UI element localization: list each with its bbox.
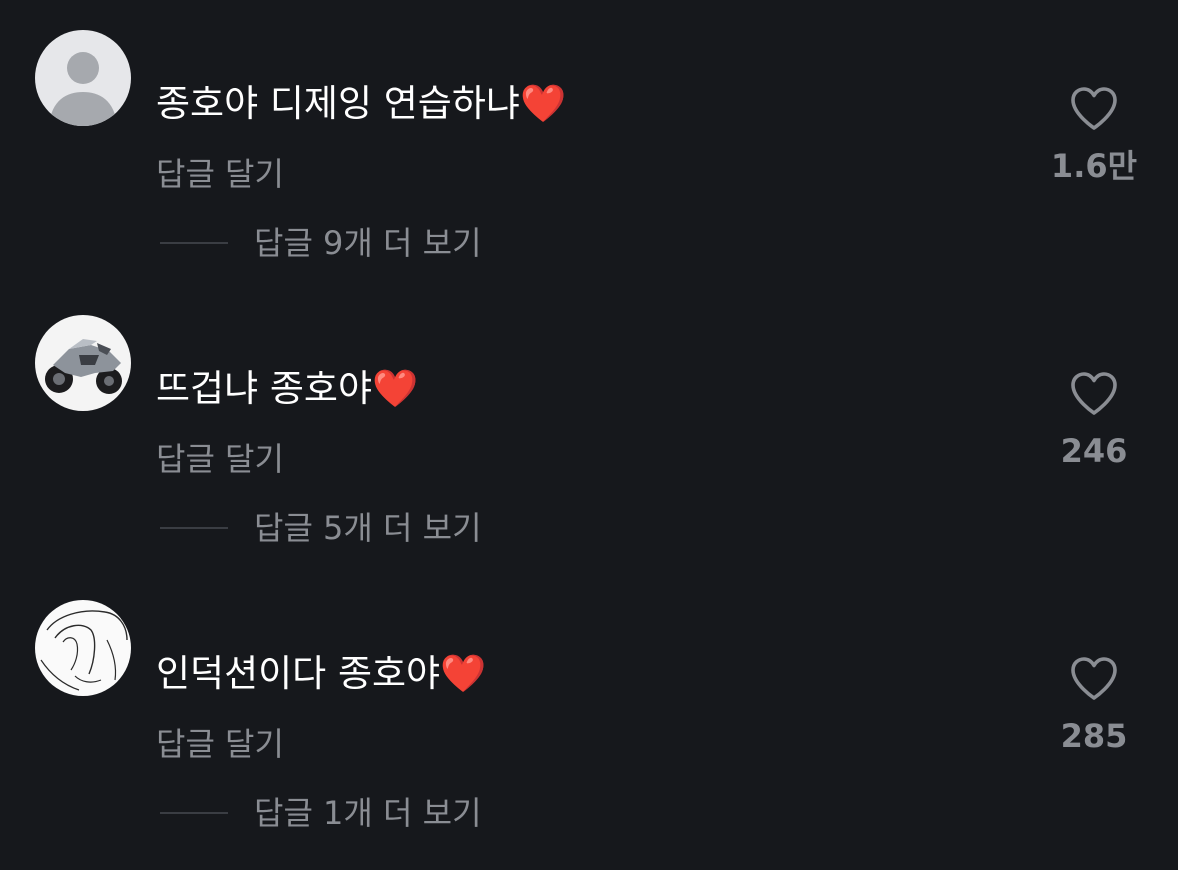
like-count: 246 xyxy=(1060,432,1128,470)
heart-outline-icon xyxy=(1071,372,1117,415)
comment-text: 뜨겁냐 종호야❤️ xyxy=(156,365,418,413)
avatar[interactable] xyxy=(35,600,131,696)
comment-text: 인덕션이다 종호야❤️ xyxy=(156,650,486,698)
heart-outline-icon xyxy=(1071,657,1117,700)
comment-item: 뜨겁냐 종호야❤️ 답글 달기 답글 5개 더 보기 246 xyxy=(0,315,1178,585)
like-button[interactable]: 246 xyxy=(1040,371,1148,471)
divider xyxy=(160,812,228,814)
comment-body: 뜨겁냐 종호야 xyxy=(156,367,373,410)
comment-item: 인덕션이다 종호야❤️ 답글 달기 답글 1개 더 보기 285 xyxy=(0,600,1178,870)
divider xyxy=(160,242,228,244)
view-more-replies-button[interactable]: 답글 1개 더 보기 xyxy=(160,792,482,834)
like-count: 285 xyxy=(1060,717,1128,755)
view-more-replies-button[interactable]: 답글 5개 더 보기 xyxy=(160,507,482,549)
heart-emoji-icon: ❤️ xyxy=(372,367,419,410)
comment-item: 종호야 디제잉 연습하냐❤️ 답글 달기 답글 9개 더 보기 1.6만 xyxy=(0,30,1178,300)
avatar[interactable] xyxy=(35,315,131,411)
sketch-drawing-avatar-icon xyxy=(35,600,131,696)
view-more-replies-label: 답글 9개 더 보기 xyxy=(254,224,482,262)
comment-body: 인덕션이다 종호야 xyxy=(156,652,441,695)
heart-emoji-icon: ❤️ xyxy=(440,652,487,695)
motorcycle-avatar-icon xyxy=(35,315,131,411)
comment-text: 종호야 디제잉 연습하냐❤️ xyxy=(156,80,566,128)
view-more-replies-button[interactable]: 답글 9개 더 보기 xyxy=(160,222,482,264)
reply-button[interactable]: 답글 달기 xyxy=(156,724,284,764)
like-button[interactable]: 1.6만 xyxy=(1040,86,1148,186)
view-more-replies-label: 답글 5개 더 보기 xyxy=(254,509,482,547)
avatar[interactable] xyxy=(35,30,131,126)
default-user-avatar-icon xyxy=(35,30,131,126)
heart-emoji-icon: ❤️ xyxy=(519,82,567,125)
like-button[interactable]: 285 xyxy=(1040,656,1148,756)
reply-button[interactable]: 답글 달기 xyxy=(156,154,284,194)
heart-outline-icon xyxy=(1071,87,1117,130)
view-more-replies-label: 답글 1개 더 보기 xyxy=(254,794,482,832)
like-count: 1.6만 xyxy=(1050,147,1138,185)
comment-list: 종호야 디제잉 연습하냐❤️ 답글 달기 답글 9개 더 보기 1.6만 뜨겁냐… xyxy=(0,0,1178,870)
comment-body: 종호야 디제잉 연습하냐 xyxy=(156,82,520,125)
reply-button[interactable]: 답글 달기 xyxy=(156,439,284,479)
divider xyxy=(160,527,228,529)
